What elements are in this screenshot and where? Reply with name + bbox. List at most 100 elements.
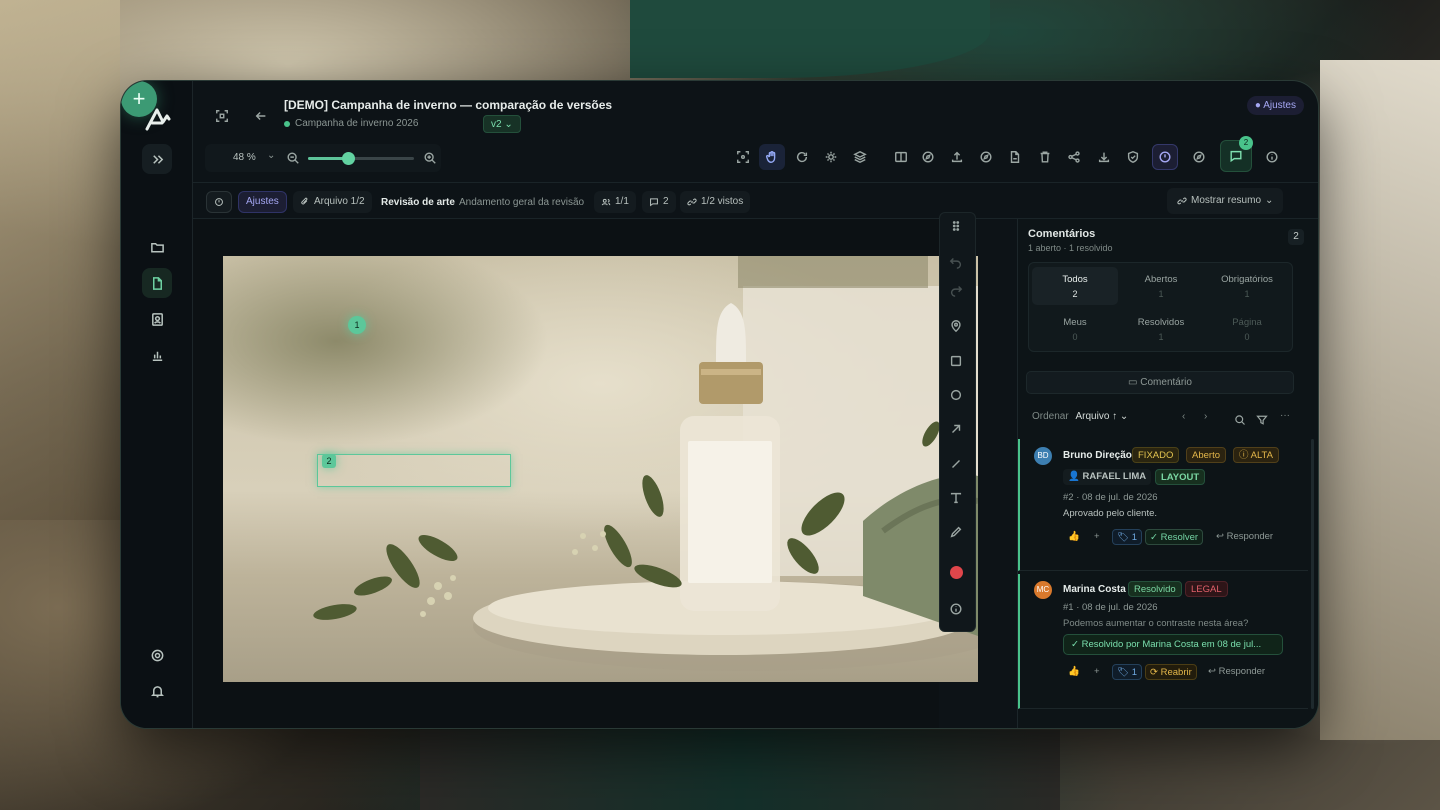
- zoom-out-button[interactable]: [280, 145, 306, 171]
- pan-tool-button[interactable]: [759, 144, 785, 170]
- background-dark-green: [630, 0, 990, 78]
- reply-label: Responder: [1226, 531, 1274, 542]
- tool-info-button[interactable]: [949, 602, 967, 620]
- resolve-button[interactable]: ✓ Resolver: [1145, 529, 1204, 545]
- filter-mine[interactable]: Meus 0: [1032, 310, 1118, 348]
- zoom-slider-handle[interactable]: [342, 152, 356, 165]
- filter-count: 1: [1244, 289, 1250, 299]
- annotation-pin[interactable]: 2: [322, 454, 336, 468]
- annotation-area-box[interactable]: 2: [317, 454, 511, 487]
- paperclip-icon: [301, 197, 308, 205]
- back-button[interactable]: [248, 103, 274, 129]
- line-tool-button[interactable]: [949, 457, 967, 475]
- guide-button[interactable]: [1186, 144, 1212, 170]
- refresh-button[interactable]: [789, 144, 815, 170]
- filter-open[interactable]: Abertos 1: [1118, 267, 1204, 305]
- drag-handle[interactable]: [949, 219, 967, 237]
- info-button[interactable]: [1259, 144, 1285, 170]
- filter-label: Todos: [1062, 274, 1088, 285]
- filter-icon[interactable]: [1256, 414, 1268, 426]
- share-button[interactable]: [1061, 144, 1087, 170]
- tags-button[interactable]: 🏷 1: [1112, 664, 1142, 680]
- app-logo-icon[interactable]: [144, 105, 172, 133]
- expand-sidebar-button[interactable]: [142, 144, 172, 174]
- text-tool-button[interactable]: [949, 491, 967, 509]
- undo-button[interactable]: [949, 255, 967, 273]
- artwork-image[interactable]: 1 2: [223, 256, 978, 682]
- zoom-slider[interactable]: [308, 152, 414, 165]
- status-chip[interactable]: Ajustes: [238, 191, 287, 213]
- delete-button[interactable]: [1032, 144, 1058, 170]
- redo-button[interactable]: [949, 283, 967, 301]
- sidebar-item-help[interactable]: [142, 640, 172, 670]
- lifebuoy-icon: [151, 649, 163, 661]
- comments-chip[interactable]: 2: [642, 191, 676, 213]
- filter-page[interactable]: Página 0: [1204, 310, 1290, 348]
- history-button[interactable]: [1152, 144, 1178, 170]
- zoom-dropdown-chevron-icon[interactable]: ⌄: [267, 150, 275, 161]
- sun-icon: [825, 151, 837, 163]
- status-info-button[interactable]: [206, 191, 232, 213]
- pencil-tool-button[interactable]: [949, 525, 967, 543]
- upload-button[interactable]: [944, 144, 970, 170]
- filter-required[interactable]: Obrigatórios 1: [1204, 267, 1290, 305]
- more-options-icon[interactable]: ···: [1280, 410, 1290, 421]
- export-pdf-button[interactable]: [1002, 144, 1028, 170]
- download-button[interactable]: [1091, 144, 1117, 170]
- brightness-button[interactable]: [818, 144, 844, 170]
- add-comment-button[interactable]: ▭ Comentário: [1026, 371, 1294, 394]
- trash-icon: [1040, 151, 1050, 163]
- comments-toggle-button[interactable]: 2: [1220, 136, 1253, 172]
- comment-card[interactable]: MC Marina Costa Resolvido LEGAL #1 · 08 …: [1018, 574, 1308, 709]
- project-name[interactable]: Campanha de inverno 2026: [284, 118, 418, 129]
- sidebar-item-reports[interactable]: [142, 340, 172, 370]
- filter-count: 1: [1158, 332, 1164, 342]
- sort-select[interactable]: Arquivo ↑ ⌄: [1075, 411, 1128, 422]
- reopen-button[interactable]: ⟳ Reabrir: [1145, 664, 1197, 680]
- sidebar-item-notifications[interactable]: [142, 676, 172, 706]
- panel-scrollbar[interactable]: [1311, 439, 1314, 709]
- annotation-pin[interactable]: 1: [348, 316, 366, 334]
- like-button[interactable]: 👍: [1068, 529, 1080, 545]
- search-icon[interactable]: [1234, 414, 1246, 426]
- show-summary-button[interactable]: Mostrar resumo ⌄: [1167, 188, 1284, 214]
- zoom-control: 48 % ⌄: [205, 144, 441, 172]
- filter-count: 0: [1072, 332, 1078, 342]
- zoom-in-button[interactable]: [417, 145, 443, 171]
- like-button[interactable]: 👍: [1068, 664, 1080, 680]
- sidebar-item-files[interactable]: [142, 232, 172, 262]
- background-paper-right: [1320, 60, 1440, 740]
- views-chip[interactable]: 1/2 vistos: [680, 191, 751, 213]
- explore-button[interactable]: [973, 144, 999, 170]
- chat-bubble-icon: [650, 198, 658, 207]
- sidebar-item-contacts[interactable]: [142, 304, 172, 334]
- react-button[interactable]: +: [1094, 529, 1100, 545]
- zoom-value[interactable]: 48 %: [233, 152, 256, 163]
- next-comment-button[interactable]: ›: [1204, 411, 1207, 422]
- react-button[interactable]: +: [1094, 664, 1100, 680]
- version-select[interactable]: v2 ⌄: [483, 115, 521, 133]
- circle-tool-button[interactable]: [949, 388, 967, 406]
- arrow-tool-button[interactable]: [949, 422, 967, 440]
- filter-resolved[interactable]: Resolvidos 1: [1118, 310, 1204, 348]
- prev-comment-button[interactable]: ‹: [1182, 411, 1185, 422]
- compare-button[interactable]: [888, 144, 914, 170]
- file-chip[interactable]: Arquivo 1/2: [293, 191, 372, 213]
- select-area-button[interactable]: [730, 144, 756, 170]
- rectangle-tool-button[interactable]: [949, 354, 967, 372]
- permissions-button[interactable]: [1120, 144, 1146, 170]
- fit-screen-button[interactable]: [209, 103, 235, 129]
- reply-button[interactable]: ↩ Responder: [1216, 529, 1273, 545]
- tags-button[interactable]: 🏷 1: [1112, 529, 1142, 545]
- layers-button[interactable]: [847, 144, 873, 170]
- tags-count: 1: [1131, 532, 1137, 543]
- reviewers-chip[interactable]: 1/1: [594, 191, 636, 213]
- navigate-button[interactable]: [915, 144, 941, 170]
- canvas-area[interactable]: 1 2: [193, 219, 978, 728]
- reply-button[interactable]: ↩ Responder: [1208, 664, 1265, 680]
- pin-tool-button[interactable]: [949, 319, 967, 337]
- filter-all[interactable]: Todos 2: [1032, 267, 1118, 305]
- color-picker-button[interactable]: [949, 565, 967, 583]
- comment-card[interactable]: BD Bruno Direção FIXADO Aberto ⓘ ALTA 👤 …: [1018, 439, 1308, 571]
- sidebar-item-reviews[interactable]: [142, 268, 172, 298]
